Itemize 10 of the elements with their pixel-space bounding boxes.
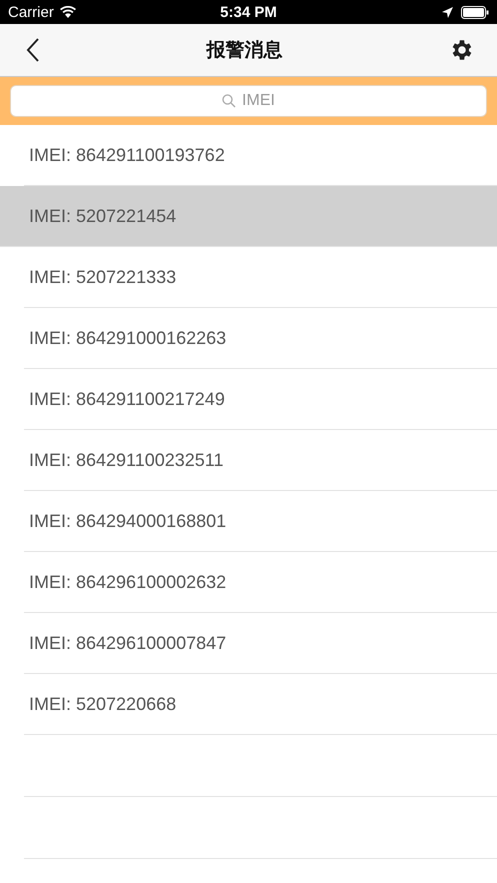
- imei-list-item[interactable]: IMEI: 5207221454: [0, 186, 497, 247]
- location-icon: [442, 6, 453, 18]
- wifi-icon: [60, 6, 76, 18]
- battery-icon: [461, 6, 489, 18]
- status-time: 5:34 PM: [220, 4, 277, 20]
- search-field[interactable]: IMEI: [10, 85, 487, 117]
- carrier-label: Carrier: [8, 4, 54, 20]
- search-icon: [222, 94, 236, 108]
- page-title: 报警消息: [206, 39, 282, 63]
- back-button[interactable]: [26, 38, 40, 62]
